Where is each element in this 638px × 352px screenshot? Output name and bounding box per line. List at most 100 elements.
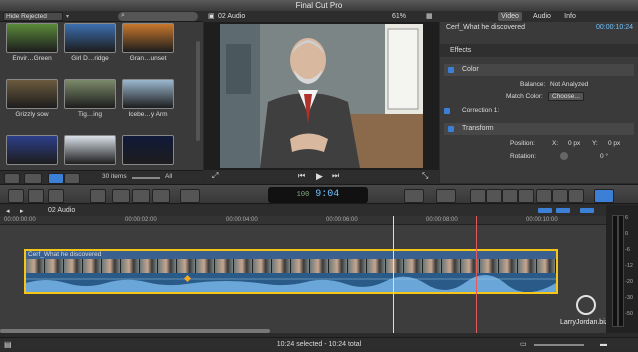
import-button[interactable]: [8, 189, 24, 203]
viewer: ▣ 02 Audio 61% ▦ ⤢ ⏮ ▶ ⏭ ⤡: [204, 11, 439, 183]
filmstrip-frame: [517, 259, 537, 273]
rotation-dial[interactable]: [560, 152, 568, 160]
viewer-header: ▣ 02 Audio 61% ▦: [204, 11, 439, 22]
insert-button[interactable]: [132, 189, 150, 203]
gear-icon[interactable]: [24, 173, 42, 184]
choose-button[interactable]: Choose...: [548, 92, 584, 101]
play-icon[interactable]: ▶: [316, 171, 323, 182]
enhance-wand-icon[interactable]: [404, 189, 424, 203]
dashboard-timecode: 100 9:04: [268, 187, 368, 203]
filmstrip-frame: [158, 259, 178, 273]
clip-thumbnail[interactable]: [6, 23, 58, 53]
transform-label: Transform: [462, 125, 494, 132]
clip-thumbnail[interactable]: [6, 135, 58, 165]
filmstrip-frame: [253, 259, 272, 273]
key-icon[interactable]: [90, 189, 106, 203]
previous-icon[interactable]: ⏮: [298, 171, 305, 181]
browser-scrollbar[interactable]: [196, 41, 200, 141]
meter-scale-label: -12: [625, 263, 633, 269]
correction-checkbox[interactable]: [444, 108, 450, 114]
transitions-browser-icon[interactable]: [518, 189, 534, 203]
skimming-toggle[interactable]: [538, 208, 552, 213]
checkbox-icon[interactable]: [448, 126, 454, 132]
color-section-header[interactable]: Color: [444, 64, 634, 76]
clip-thumbnail[interactable]: [64, 79, 116, 109]
filmstrip-frame: [215, 259, 235, 273]
audio-skimming-toggle[interactable]: [556, 208, 570, 213]
retime-icon[interactable]: [436, 189, 456, 203]
filmstrip-frame: [480, 259, 500, 273]
transform-icon[interactable]: ⤢: [212, 171, 218, 181]
themes-browser-icon[interactable]: [568, 189, 584, 203]
filmstrip-frame: [26, 259, 45, 273]
all-label[interactable]: All: [165, 173, 172, 180]
tab-audio[interactable]: Audio: [530, 12, 554, 21]
checkbox-icon[interactable]: [448, 67, 454, 73]
back-arrow-icon[interactable]: ◂: [6, 207, 10, 215]
color-label: Color: [462, 66, 479, 73]
photos-browser-icon[interactable]: [486, 189, 502, 203]
connect-button[interactable]: [112, 189, 130, 203]
x-value[interactable]: 0 px: [568, 140, 580, 147]
rotation-label: Rotation:: [510, 153, 537, 160]
view-options-icon[interactable]: ▦: [426, 11, 433, 22]
clip-height-icon[interactable]: ▬: [600, 338, 607, 352]
chevron-down-icon[interactable]: ▾: [66, 13, 69, 20]
clip-thumbnail-label: Envir…Green: [12, 55, 52, 62]
y-value[interactable]: 0 px: [608, 140, 620, 147]
film-icon: ▣: [208, 13, 215, 20]
clip-thumbnail-label: Gran…unset: [129, 55, 167, 62]
titles-browser-icon[interactable]: [536, 189, 552, 203]
snapping-toggle[interactable]: [580, 208, 594, 213]
next-icon[interactable]: ⏭: [332, 171, 339, 181]
zoom-level[interactable]: 61%: [392, 11, 406, 22]
forward-arrow-icon[interactable]: ▸: [20, 207, 24, 215]
clip-thumbnail[interactable]: [6, 79, 58, 109]
clip-thumbnail[interactable]: [64, 23, 116, 53]
inspector-tabs: Video Audio Info: [440, 11, 638, 22]
status-bar: ▤ 10:24 selected - 10:24 total ▭ ▬: [0, 337, 638, 351]
clip-appearance-icon[interactable]: ▭: [520, 338, 527, 352]
append-button[interactable]: [152, 189, 170, 203]
grid-view-button[interactable]: [64, 173, 80, 184]
arrow-tool-icon[interactable]: [180, 189, 200, 203]
tab-video[interactable]: Video: [498, 12, 522, 21]
timeline-zoom-slider[interactable]: [534, 344, 584, 346]
filmstrip-view-button[interactable]: [4, 173, 20, 184]
effects-browser-icon[interactable]: [470, 189, 486, 203]
playhead[interactable]: [476, 216, 477, 333]
search-field[interactable]: ⌕: [118, 12, 198, 21]
timeline-scrollbar[interactable]: [0, 329, 270, 333]
timeline-clip[interactable]: Cerf_What he discovered: [24, 249, 558, 294]
filmstrip-frame: [461, 259, 481, 273]
timeline[interactable]: Cerf_What he discovered LarryJordan.biz: [0, 216, 608, 333]
inspector-toggle-button[interactable]: [594, 189, 614, 203]
filmstrip-frame: [385, 259, 405, 273]
filter-popup[interactable]: Hide Rejected: [3, 12, 63, 21]
filmstrip-frame: [120, 259, 140, 273]
filmstrip-frame: [196, 259, 216, 273]
speaker-image: [220, 24, 423, 168]
clip-thumbnail[interactable]: [122, 135, 174, 165]
timeline-index-icon[interactable]: ▤: [4, 338, 12, 352]
filmstrip-frame: [442, 259, 462, 273]
clip-thumbnail[interactable]: [64, 135, 116, 165]
clip-thumbnail[interactable]: [122, 23, 174, 53]
media-button[interactable]: [48, 189, 64, 203]
timeline-ruler[interactable]: 00:00:00:00 00:00:02:00 00:00:04:00 00:0…: [0, 216, 606, 225]
list-view-button[interactable]: [48, 173, 64, 184]
inspector-clip-title: Cerf_What he discovered: [446, 24, 525, 31]
skimmer-line: [393, 216, 394, 333]
fullscreen-icon[interactable]: ⤡: [422, 171, 428, 181]
generators-browser-icon[interactable]: [552, 189, 568, 203]
transform-section-header[interactable]: Transform: [444, 123, 634, 135]
tab-info[interactable]: Info: [560, 12, 580, 21]
viewer-footer: ⤢ ⏮ ▶ ⏭ ⤡: [204, 170, 439, 183]
zoom-slider[interactable]: [132, 177, 160, 179]
clip-thumbnail[interactable]: [122, 79, 174, 109]
library-button[interactable]: [28, 189, 44, 203]
rotation-value[interactable]: 0 °: [600, 153, 608, 160]
music-browser-icon[interactable]: [502, 189, 518, 203]
viewer-clip-name: 02 Audio: [218, 13, 246, 20]
filmstrip-frame: [234, 259, 254, 273]
